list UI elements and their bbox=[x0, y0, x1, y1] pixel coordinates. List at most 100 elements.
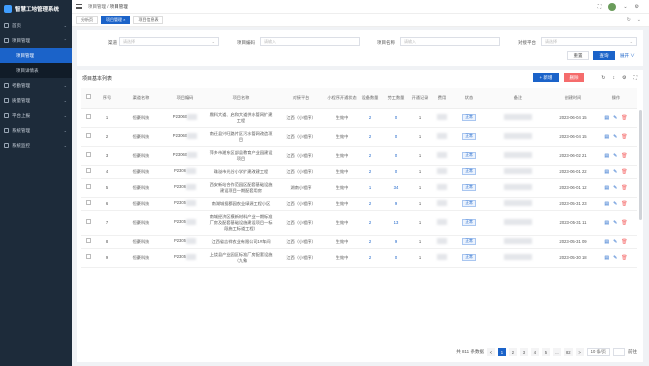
page-size-select[interactable]: 10 条/页 bbox=[586, 348, 610, 356]
edit-icon[interactable]: ✎ bbox=[613, 115, 617, 121]
chevron-down-icon[interactable]: ⌄ bbox=[623, 4, 627, 10]
row-open-record[interactable]: 1 bbox=[409, 178, 431, 198]
sidebar-item-project[interactable]: 项目管理 ⌃ bbox=[0, 33, 72, 48]
delete-icon[interactable]: 🗑 bbox=[621, 134, 627, 140]
row-checkbox[interactable] bbox=[85, 200, 91, 205]
edit-icon[interactable]: ✎ bbox=[613, 239, 617, 245]
select-all-checkbox[interactable] bbox=[85, 94, 91, 100]
expand-button[interactable]: 展开 ∨ bbox=[620, 53, 635, 59]
view-icon[interactable]: ▤ bbox=[604, 169, 609, 175]
search-button[interactable]: 查询 bbox=[593, 51, 615, 60]
row-labor-count[interactable]: 34 bbox=[383, 178, 409, 198]
row-device-count[interactable]: 2 bbox=[357, 165, 383, 179]
row-open-record[interactable]: 1 bbox=[409, 108, 431, 128]
view-icon[interactable]: ▤ bbox=[604, 255, 609, 261]
avatar[interactable] bbox=[608, 3, 617, 11]
row-labor-count[interactable]: 0 bbox=[383, 146, 409, 166]
fullscreen-icon[interactable]: ⛶ bbox=[598, 4, 602, 10]
fullscreen-icon[interactable]: ⛶ bbox=[633, 75, 637, 81]
row-open-record[interactable]: 1 bbox=[409, 248, 431, 268]
edit-icon[interactable]: ✎ bbox=[613, 134, 617, 140]
row-open-record[interactable]: 1 bbox=[409, 197, 431, 211]
row-device-count[interactable]: 2 bbox=[357, 248, 383, 268]
platform-select[interactable]: 请选择 ⌄ bbox=[541, 37, 637, 46]
delete-icon[interactable]: 🗑 bbox=[621, 201, 627, 207]
column-height-icon[interactable]: ↕ bbox=[613, 75, 616, 81]
row-labor-count[interactable]: 0 bbox=[383, 108, 409, 128]
pager-goto-input[interactable] bbox=[613, 348, 625, 356]
table-row[interactable]: 6 恒豪科技 P2305 南湖城投郡园农业绿源工程小区 江西（小程序） 生效中 2 9 1 正常 2… bbox=[81, 197, 637, 211]
gear-icon[interactable]: ⚙ bbox=[622, 75, 626, 81]
edit-icon[interactable]: ✎ bbox=[613, 169, 617, 175]
chevron-down-icon[interactable]: ⌄ bbox=[637, 17, 641, 23]
tab-project-info[interactable]: 项目信息表 bbox=[133, 16, 164, 24]
delete-button[interactable]: 删除 bbox=[564, 73, 584, 82]
menu-fold-icon[interactable] bbox=[76, 4, 82, 9]
delete-icon[interactable]: 🗑 bbox=[621, 169, 627, 175]
view-icon[interactable]: ▤ bbox=[604, 115, 609, 121]
code-input[interactable]: 请输入 bbox=[260, 37, 360, 46]
view-icon[interactable]: ▤ bbox=[604, 153, 609, 159]
view-icon[interactable]: ▤ bbox=[604, 239, 609, 245]
view-icon[interactable]: ▤ bbox=[604, 201, 609, 207]
delete-icon[interactable]: 🗑 bbox=[621, 185, 627, 191]
table-row[interactable]: 8 恒豪科技 P2305 江西省吉祥农业有限公司1#车间 江西（小程序） 生效中 2 9 1 正常… bbox=[81, 235, 637, 249]
delete-icon[interactable]: 🗑 bbox=[621, 255, 627, 261]
gear-icon[interactable]: ⚙ bbox=[635, 4, 639, 10]
channel-select[interactable]: 请选择 ⌄ bbox=[119, 37, 219, 46]
table-row[interactable]: 9 恒豪科技 P2305 上饶县产业园区标准厂房配套设施（九象 江西（小程序） 生效中 2 0… bbox=[81, 248, 637, 268]
tab-analysis[interactable]: 分析页 bbox=[76, 16, 98, 24]
table-row[interactable]: 7 恒豪科技 P2305 南城经济区模新材料产业一期标准厂房及配套基础设施建设项目一标… bbox=[81, 210, 637, 236]
row-open-record[interactable]: 1 bbox=[409, 235, 431, 249]
sidebar-item-attendance[interactable]: 考勤管理 ⌄ bbox=[0, 78, 72, 93]
row-checkbox[interactable] bbox=[85, 219, 91, 224]
delete-icon[interactable]: 🗑 bbox=[621, 115, 627, 121]
table-row[interactable]: 5 恒豪科技 P2306 西安新站合作范园区配套基础设施建设项目一期配套用房 湖南小程序… bbox=[81, 178, 637, 198]
row-labor-count[interactable]: 9 bbox=[383, 235, 409, 249]
row-open-record[interactable]: 1 bbox=[409, 127, 431, 147]
row-labor-count[interactable]: 0 bbox=[383, 165, 409, 179]
row-open-record[interactable]: 1 bbox=[409, 210, 431, 236]
table-scrollbar[interactable] bbox=[639, 110, 642, 220]
tab-project-manage[interactable]: 项目管理 × bbox=[101, 16, 131, 24]
row-labor-count[interactable]: 0 bbox=[383, 248, 409, 268]
table-row[interactable]: 4 恒豪科技 P2306 珠溢市光谷小学扩建改建工程 江西（小程序） 生效中 2 0 1 正常 20… bbox=[81, 165, 637, 179]
pager-page[interactable]: 5 bbox=[541, 348, 550, 356]
sidebar-item-quality[interactable]: 质量管理 ⌄ bbox=[0, 93, 72, 108]
row-checkbox[interactable] bbox=[85, 152, 91, 157]
edit-icon[interactable]: ✎ bbox=[613, 185, 617, 191]
pager-prev[interactable]: < bbox=[486, 348, 495, 356]
edit-icon[interactable]: ✎ bbox=[613, 201, 617, 207]
sidebar-item-system[interactable]: 系统管理 ⌄ bbox=[0, 123, 72, 138]
row-checkbox[interactable] bbox=[85, 238, 91, 243]
refresh-icon[interactable]: ↻ bbox=[601, 75, 605, 81]
pager-next[interactable]: > bbox=[575, 348, 584, 356]
table-row[interactable]: 2 恒豪科技 P23060 南迁县兴旺路片区污水管网改造项目 江西（小程序） 生效中 2 0 1… bbox=[81, 127, 637, 147]
row-open-record[interactable]: 1 bbox=[409, 146, 431, 166]
row-device-count[interactable]: 2 bbox=[357, 210, 383, 236]
delete-icon[interactable]: 🗑 bbox=[621, 239, 627, 245]
sidebar-item-project-detail[interactable]: 项目详情表 bbox=[0, 63, 72, 78]
sidebar-item-project-manage[interactable]: 项目管理 bbox=[0, 48, 72, 63]
row-device-count[interactable]: 2 bbox=[357, 146, 383, 166]
view-icon[interactable]: ▤ bbox=[604, 185, 609, 191]
row-labor-count[interactable]: 9 bbox=[383, 197, 409, 211]
row-device-count[interactable]: 2 bbox=[357, 235, 383, 249]
sidebar-item-home[interactable]: 首页 ⌄ bbox=[0, 18, 72, 33]
sidebar-item-platform[interactable]: 平台上报 ⌄ bbox=[0, 108, 72, 123]
edit-icon[interactable]: ✎ bbox=[613, 220, 617, 226]
edit-icon[interactable]: ✎ bbox=[613, 255, 617, 261]
table-row[interactable]: 3 恒豪科技 P23060 萍乡市湘东区部县教育产业园建设项目 江西（小程序） 生效中 2 0… bbox=[81, 146, 637, 166]
pager-page[interactable]: 1 bbox=[497, 348, 506, 356]
pager-page[interactable]: 82 bbox=[563, 348, 573, 356]
view-icon[interactable]: ▤ bbox=[604, 220, 609, 226]
row-device-count[interactable]: 2 bbox=[357, 197, 383, 211]
delete-icon[interactable]: 🗑 bbox=[621, 153, 627, 159]
row-checkbox[interactable] bbox=[85, 184, 91, 189]
pager-ellipsis[interactable]: ... bbox=[552, 348, 561, 356]
row-checkbox[interactable] bbox=[85, 168, 91, 173]
row-open-record[interactable]: 1 bbox=[409, 165, 431, 179]
view-icon[interactable]: ▤ bbox=[604, 134, 609, 140]
row-labor-count[interactable]: 13 bbox=[383, 210, 409, 236]
pager-page[interactable]: 2 bbox=[508, 348, 517, 356]
